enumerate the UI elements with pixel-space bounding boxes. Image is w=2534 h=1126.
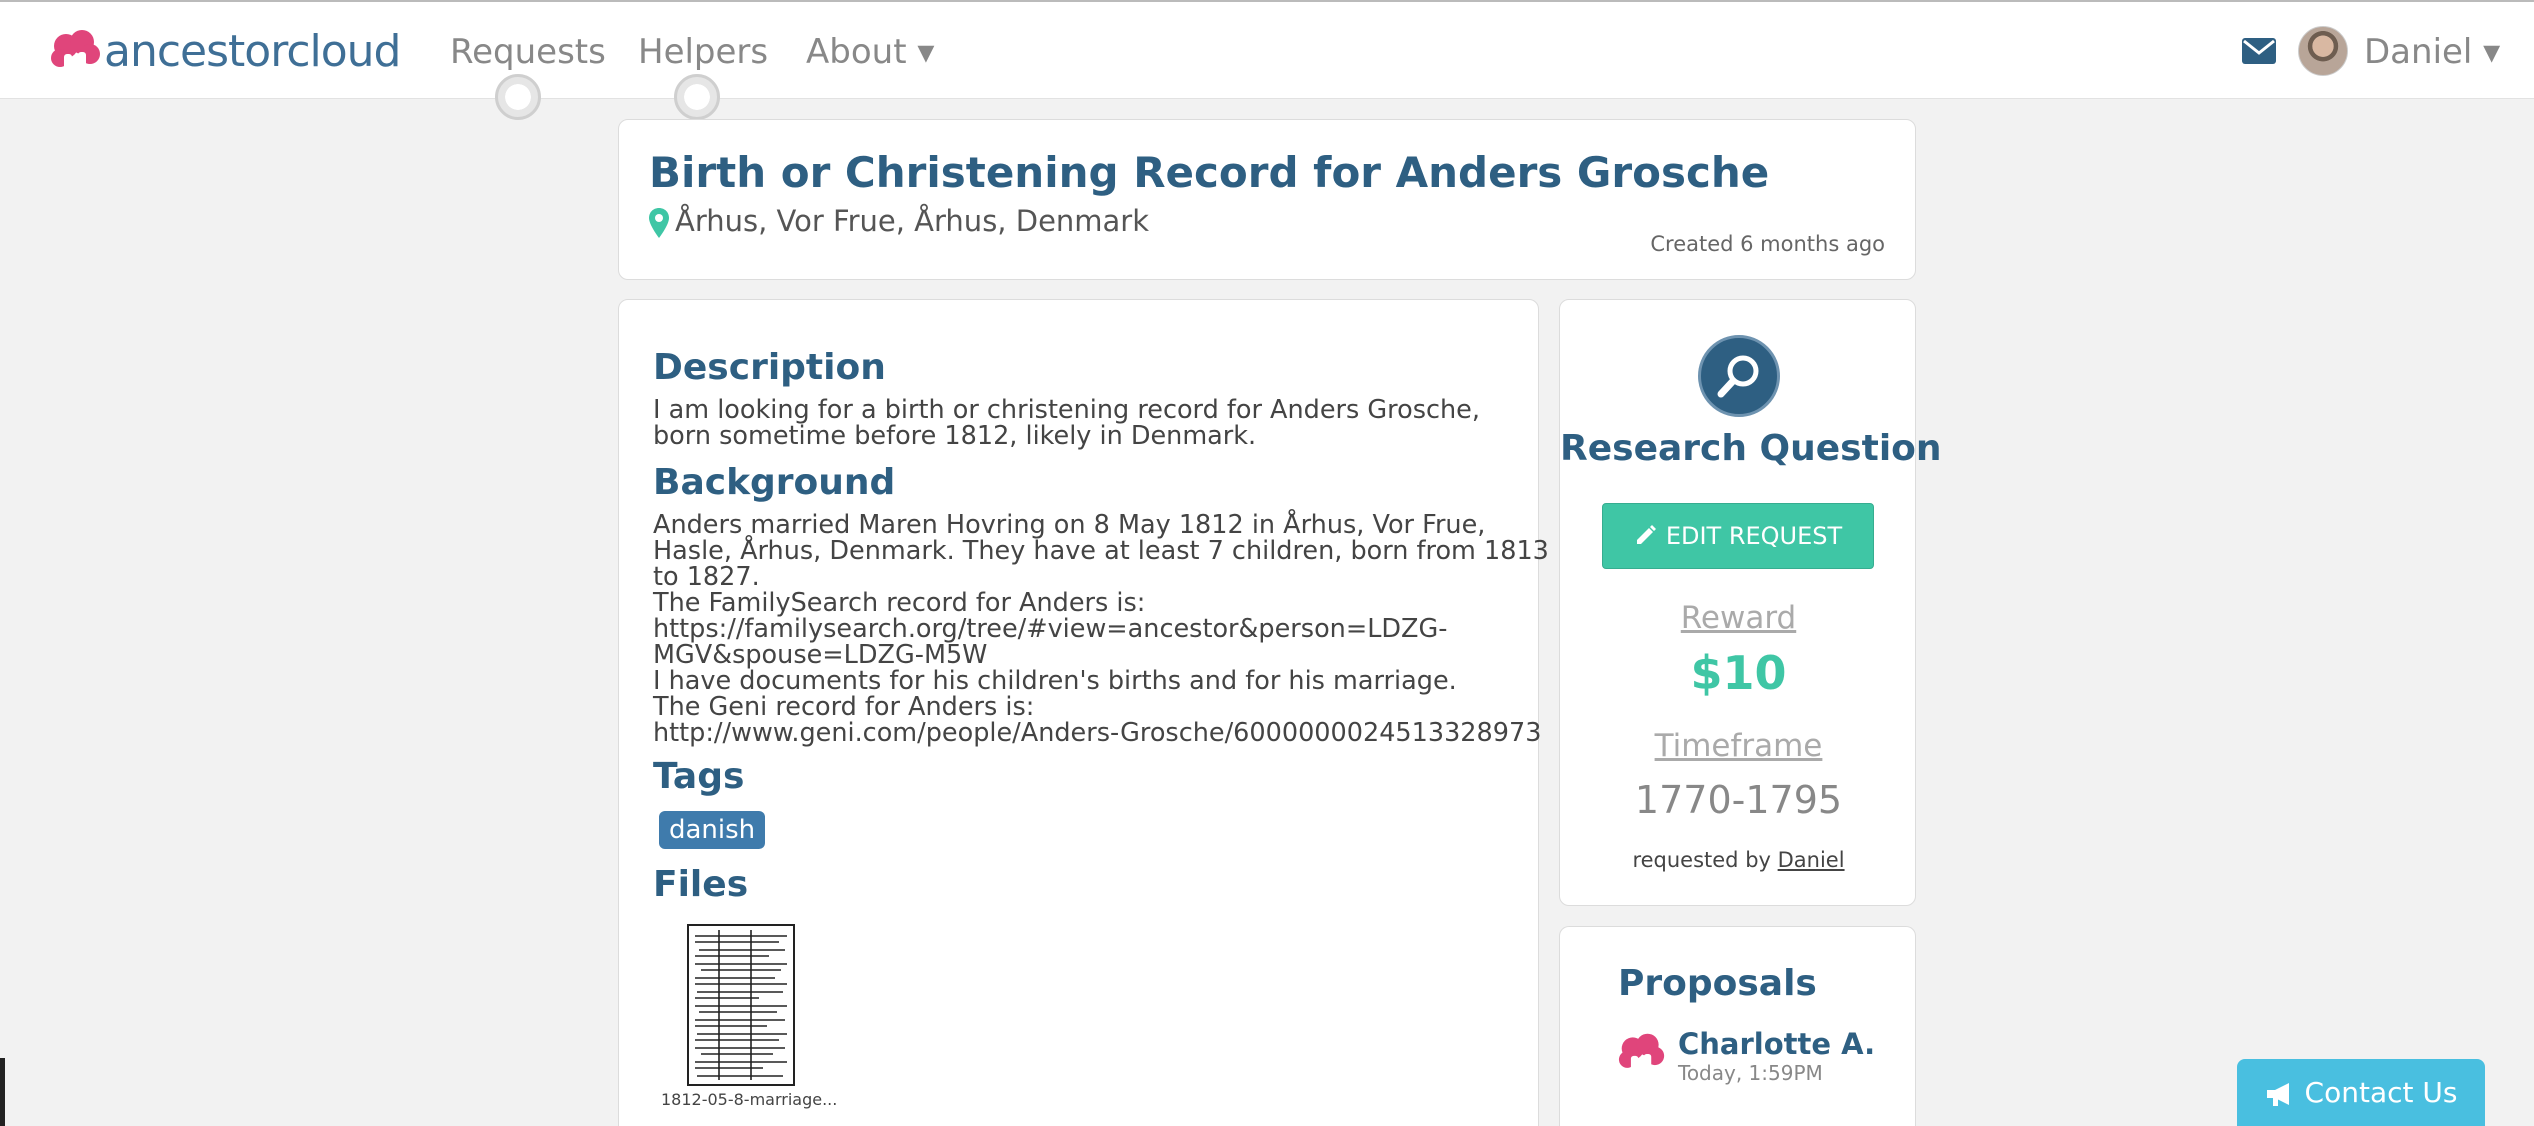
user-menu[interactable]: Daniel ▾ — [2364, 32, 2500, 72]
logo-text: ancestorcloud — [104, 26, 401, 77]
reward-label[interactable]: Reward — [1560, 600, 1917, 636]
cursor-indicator — [674, 74, 720, 120]
research-question-title: Research Question — [1560, 428, 1942, 469]
top-navbar: ancestorcloud Requests Helpers About ▾ D… — [0, 0, 2534, 120]
user-avatar[interactable] — [2298, 26, 2348, 76]
background-line: Anders married Maren Hovring on 8 May 18… — [653, 510, 1486, 540]
logo[interactable]: ancestorcloud — [50, 26, 401, 77]
requester-link[interactable]: Daniel — [1778, 848, 1845, 872]
description-line: I am looking for a birth or christening … — [653, 395, 1480, 425]
document-scan-image — [689, 926, 793, 1084]
file-name[interactable]: 1812-05-8-marriage... — [661, 1090, 837, 1109]
magnifier-icon — [1717, 355, 1759, 398]
description-text: I am looking for a birth or christening … — [653, 397, 1513, 449]
research-summary-card: Research Question EDIT REQUEST Reward $1… — [1559, 299, 1942, 906]
background-text: Anders married Maren Hovring on 8 May 18… — [653, 510, 1549, 746]
pencil-icon — [1636, 525, 1656, 544]
edit-request-button[interactable]: EDIT REQUEST — [1602, 503, 1874, 569]
familysearch-link[interactable]: https://familysearch.org/tree/#view=ance… — [653, 616, 1513, 642]
files-heading: Files — [653, 864, 749, 905]
page-title: Birth or Christening Record for Anders G… — [649, 148, 1770, 197]
contact-us-button[interactable]: Contact Us — [2237, 1059, 2485, 1126]
background-heading: Background — [653, 462, 896, 503]
tag-danish[interactable]: danish — [659, 811, 766, 849]
request-details-card: Description I am looking for a birth or … — [618, 299, 1549, 1126]
background-line: The Geni record for Anders is: — [653, 692, 1035, 722]
request-location: Århus, Vor Frue, Århus, Denmark — [675, 204, 1150, 238]
cursor-indicator — [495, 74, 541, 120]
description-heading: Description — [653, 347, 886, 388]
mail-icon[interactable] — [2242, 38, 2276, 64]
timeframe-label[interactable]: Timeframe — [1560, 728, 1917, 764]
timeframe-value: 1770-1795 — [1634, 778, 1843, 822]
contact-us-label: Contact Us — [2304, 1076, 2458, 1109]
proposals-heading: Proposals — [1618, 963, 1817, 1004]
search-icon — [1698, 335, 1780, 417]
proposals-card: Proposals Charlotte A. Today, 1:59PM — [1559, 926, 1916, 1126]
description-line: born sometime before 1812, likely in Den… — [653, 421, 1257, 451]
proposer-name[interactable]: Charlotte A. — [1678, 1027, 1875, 1061]
megaphone-icon — [2266, 1083, 2289, 1106]
reward-value: $10 — [1690, 646, 1787, 700]
location-pin-icon — [649, 208, 669, 238]
familysearch-link[interactable]: MGV&spouse=LDZG-M5W — [653, 642, 1513, 668]
background-line: I have documents for his children's birt… — [653, 666, 1457, 696]
proposal-time: Today, 1:59PM — [1678, 1061, 1823, 1085]
requested-by-prefix: requested by — [1632, 848, 1778, 872]
background-line: Hasle, Århus, Denmark. They have at leas… — [653, 536, 1549, 566]
ancestorcloud-logo-icon — [51, 29, 100, 74]
created-timestamp: Created 6 months ago — [1650, 232, 1885, 256]
file-thumbnail[interactable] — [687, 924, 795, 1086]
nav-requests[interactable]: Requests — [450, 32, 606, 72]
window-edge — [0, 1058, 5, 1126]
edit-request-label: EDIT REQUEST — [1665, 522, 1843, 550]
request-header-card: Birth or Christening Record for Anders G… — [618, 119, 1916, 280]
nav-helpers[interactable]: Helpers — [638, 32, 768, 72]
requested-by: requested by Daniel — [1560, 848, 1917, 872]
background-line: The FamilySearch record for Anders is: — [653, 588, 1146, 618]
geni-link[interactable]: http://www.geni.com/people/Anders-Grosch… — [653, 720, 1541, 746]
proposer-avatar-icon — [1618, 1033, 1665, 1075]
background-line: to 1827. — [653, 562, 760, 592]
nav-about-dropdown[interactable]: About ▾ — [806, 32, 934, 72]
tags-heading: Tags — [653, 756, 745, 797]
